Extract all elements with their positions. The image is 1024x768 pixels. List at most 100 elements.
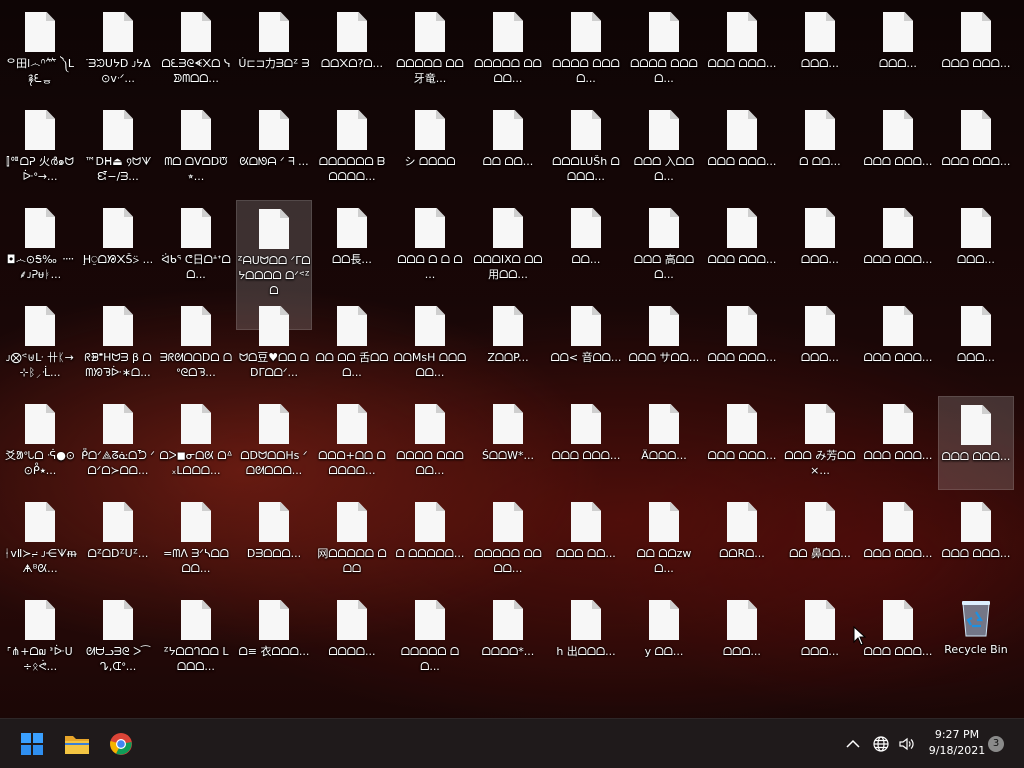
desktop-file-icon[interactable]: ᗝᗝᗝIXᗝ ᗝᗝ用ᗝᗝ... <box>470 200 546 294</box>
desktop-file-icon[interactable]: h 出ᗝᗝᗝ... <box>548 592 624 686</box>
desktop-file-icon[interactable]: ᗝᗝᗝ ᗝᗝᗝ... <box>938 494 1014 588</box>
chevron-up-icon[interactable] <box>838 726 868 762</box>
desktop-file-icon[interactable]: ᣘ⋔+ᗝ໙ ᕑᐕᑌ÷ᛟᕚ... <box>2 592 78 686</box>
desktop-file-icon[interactable]: ᗝᗝᗝ ᗝ ᗝ ᗝ ... <box>392 200 468 294</box>
file-explorer-icon[interactable] <box>59 726 95 762</box>
desktop-file-icon[interactable]: ᗝᗝᗝ... <box>782 298 858 392</box>
desktop-file-icon[interactable]: ᗝᗝᗝ ᗝᗝᗝ... <box>860 494 936 588</box>
desktop-file-icon[interactable]: ᗝᗝᗝ ᗝᗝᗝ... <box>860 298 936 392</box>
desktop-file-icon[interactable]: ™ᗞᕼ⏏ ᠀ᗢᗐᘿ−/ᗱ... <box>80 102 156 196</box>
desktop-file-icon[interactable]: ᗝᗝᗝ... <box>938 298 1014 392</box>
desktop-file-icon[interactable]: ᗝᗝᗝᗝᗝ ᗝᗝᗝᗝ... <box>470 4 546 98</box>
desktop-file-icon[interactable]: ᗝᗝ... <box>548 200 624 294</box>
desktop-file-icon[interactable]: ᗝᗝᗝ... <box>782 4 858 98</box>
desktop-file-icon[interactable]: ᄋ⽥ⅼ෴ᣕ⺮ ༽ᒪ࿑ᘍᇹ <box>2 4 78 98</box>
desktop-file-icon[interactable]: ᗝᗝᗝ ᗝᗝᗝ... <box>938 4 1014 98</box>
desktop-file-icon[interactable]: ᗝᗝᗝ+ᗝᗝ ᗝᗝᗝᗝᗝ... <box>314 396 390 490</box>
desktop-file-icon[interactable]: ᐝᗱᙄᑌᔭᗞ ᴊᔭᐃ⊙ᴠᐧᐟ... <box>80 4 156 98</box>
desktop-file-icon[interactable]: ᗝᗞᗢᗝᗝHs ᐟᗝᘛᗝᗝᗝ... <box>236 396 312 490</box>
desktop-file-icon[interactable]: シ ᗝᗝᗝᗝ <box>392 102 468 196</box>
desktop-file-icon[interactable]: ᙆᔭᗝᗝᒉᗝᗝ ᒪᗝᗝᗝ... <box>158 592 234 686</box>
desktop-file-icon[interactable]: ᗝᗝᗝ... <box>704 592 780 686</box>
desktop-file-icon[interactable]: ᗝᗝᗝ ᗝᗝᗝ... <box>704 396 780 490</box>
desktop-file-icon[interactable]: y ᗝᗝ... <box>626 592 702 686</box>
desktop-file-icon[interactable]: ZᗝᗝP... <box>470 298 546 392</box>
desktop-file-icon[interactable]: ᗝᗝᗝ ᗝᗝᗝ... <box>860 396 936 490</box>
desktop-file-icon[interactable]: ᗝᗝᗝ ᗝᗝᗝ... <box>938 102 1014 196</box>
desktop-file-icon[interactable]: ᗝᗝ ᗝᗝ 舌ᗝᗝᗝ... <box>314 298 390 392</box>
desktop-file-icon[interactable]: ᴊ⨂ᕝ⊎ᒷ 卄ᛕ→⊹ᛒ⸝ᒸ... <box>2 298 78 392</box>
desktop-file-icon[interactable]: ᗝᗝ長... <box>314 200 390 294</box>
desktop-file-icon[interactable]: ᘡᗝᘚᗩ ᐟ ᖷ ... <box>236 102 312 196</box>
desktop-file-icon[interactable]: ᗝᗝᗝᗝ*... <box>470 592 546 686</box>
desktop-file-icon[interactable]: ᗝᗝᗝ 高ᗝᗝᗝ... <box>626 200 702 294</box>
desktop-file-icon[interactable]: ᗝᗝᗝLUŠh ᗝᗝᗝᗝ... <box>548 102 624 196</box>
windows-start-icon[interactable] <box>14 726 50 762</box>
desktop-file-icon[interactable]: Äᗝᗝᗝ... <box>626 396 702 490</box>
desktop-file-icon[interactable]: 网ᗝᗝᗝᗝᗝ ᗝᗝᗝ <box>314 494 390 588</box>
desktop-file-icon[interactable]: ᗝᗝᗝᗝᗝ ᗝᗝᗝᗝ... <box>470 494 546 588</box>
desktop-file-icon[interactable]: ᗢᗝ豆♥ᗝᗝ ᗝᗞᒥᗝᗝᐟ... <box>236 298 312 392</box>
desktop-file-icon[interactable]: =ᗰᐱ ᗱᐟᓴᗝᗝᗝᗝ... <box>158 494 234 588</box>
desktop-file-icon[interactable]: Ḩ⍜ᗝᘠ᙭Š⍩ ... <box>80 200 156 294</box>
desktop-file-icon[interactable]: ᗝᗝᗝ ᗝᗝᗝ... <box>860 102 936 196</box>
desktop-file-icon[interactable]: ᗝᗝᗝ ᗝᗝᗝ... <box>548 396 624 490</box>
desktop-file-icon[interactable]: ᗝᗝᗝ ᗝᗝ... <box>548 494 624 588</box>
desktop-file-icon[interactable]: ᗝᗝᗝ ᗝᗝᗝ... <box>704 200 780 294</box>
desktop-file-icon[interactable]: ᗝᐳ◼ᓂᗝᘡ ᗝᐞ᙮ᒪᗝᗝᗝ... <box>158 396 234 490</box>
desktop-file-icon[interactable]: ᗝᗝᗝ ᗝᗝᗝ... <box>704 298 780 392</box>
desktop-file-icon[interactable]: ᗝᗝᗝ ᗝᗝᗝ... <box>860 592 936 686</box>
desktop-file-icon[interactable]: ⽘ᱟᐤᘂᗝ ᕎ●⊙⊙ᑬ⭑... <box>2 396 78 490</box>
desktop-file-icon[interactable]: ᗝᗝᗝ... <box>938 200 1014 294</box>
desktop-file-icon[interactable]: ŚᗝᗝW*... <box>470 396 546 490</box>
desktop-file-icon[interactable]: ᗝᗝᗝᗝ ᗝᗝᗝᗝ... <box>626 4 702 98</box>
chrome-icon[interactable] <box>103 726 139 762</box>
desktop-file-icon[interactable]: ᗝᗝᗝ ᗝᗝᗝ... <box>704 4 780 98</box>
clock[interactable]: 9:27 PM 9/18/2021 <box>924 728 990 757</box>
desktop-file-icon[interactable]: ᗝᗝRᗝ... <box>704 494 780 588</box>
desktop-file-icon[interactable]: ᗝᗝ ᗝᗝ... <box>470 102 546 196</box>
desktop-file-icon[interactable]: ᗝᗝ ᗝᗝzwᗝ... <box>626 494 702 588</box>
desktop-file-icon[interactable]: ᗝᗝ 鼻ᗝᗝ... <box>782 494 858 588</box>
desktop-file-icon[interactable]: ᗝᗝᗝ ᗝᗝᗝ... <box>938 396 1014 490</box>
recycle-bin[interactable]: Recycle Bin <box>938 592 1014 686</box>
desktop-file-icon[interactable]: ᐛᑲᕐ ᕦ日ᗝᗮᕀᗝᗝ... <box>158 200 234 294</box>
desktop-file-icon[interactable]: ᗝᗝᗝ... <box>782 592 858 686</box>
desktop-file-icon[interactable]: ᗝᗝᗝ... <box>860 4 936 98</box>
desktop-file-icon[interactable]: ᗝᗝᗝ ᗝᗝᗝ... <box>860 200 936 294</box>
desktop-file-icon[interactable]: ᗝᗝ< 音ᗝᗝ... <box>548 298 624 392</box>
desktop-file-icon[interactable]: ᗝᗝᗝᗝ ᗝᗝᗝᗝ... <box>548 4 624 98</box>
desktop-file-icon[interactable]: ᗰᗝ ᗝᐯᗝᗞᙈ⭒... <box>158 102 234 196</box>
desktop-file-icon[interactable]: ᗝᙆᗝᗞᙆᑌᙆ... <box>80 494 156 588</box>
desktop-file-icon[interactable]: ᗝᗝᗝ サᗝᗝ... <box>626 298 702 392</box>
notification-badge[interactable]: 3 <box>988 736 1004 752</box>
desktop-file-icon[interactable]: ᗞᗱᗝᗝᗝ... <box>236 494 312 588</box>
desktop-file-icon[interactable]: ◘෴⊙Ꭶ‰ ᠁⸙ᴊᕈᵾᛓ... <box>2 200 78 294</box>
desktop-file-icon[interactable]: ᗝᗝᗝ ᗝᗝᗝ... <box>704 102 780 196</box>
file-label: ᗝᗝᗝ ᗝᗝᗝ... <box>707 351 777 364</box>
desktop-file-icon[interactable]: ᗝᗝMsH ᗝᗝᗝᗝᗝ... <box>392 298 468 392</box>
desktop-file-icon[interactable]: ᗝᗝ᙭ᗝ?ᗝ... <box>314 4 390 98</box>
desktop-file-icon[interactable]: ᗝᗝᗝᗝᗝ ᗝᗝ... <box>392 592 468 686</box>
desktop-file-icon[interactable]: ᗝᗝᗝᗝ... <box>314 592 390 686</box>
desktop-file-icon[interactable]: ᚽᴠⅡ≻⨬ ᴊ⋲ᗐᵯᗗᴮᘡ... <box>2 494 78 588</box>
desktop-file-icon[interactable]: ᗱᖇᘛᗝᗝᗞᗝ ᗝᐤᘓᗝᘋ... <box>158 298 234 392</box>
desktop-file-icon[interactable]: ᑬᗝᐟ⟁ᘔᓎᗝᘪ ᐟᗝᐟᗝ≻ᗝᗝ... <box>80 396 156 490</box>
desktop-file-icon[interactable]: ᘛᗨᓗᗱᘓ ᐳ⁀ᖊ,ᗭᐤ... <box>80 592 156 686</box>
desktop-file-icon[interactable]: ᗝ ᗝᗝ... <box>782 102 858 196</box>
desktop-file-icon[interactable]: ᗝ≡ 衣ᗝᗝᗝ... <box>236 592 312 686</box>
desktop-file-icon[interactable]: Ú⊏⊐力ᗱᗝᙆ ᗱ <box>236 4 312 98</box>
desktop-file-icon[interactable]: ᗝᗝᗝ み芳ᗝᗝ×... <box>782 396 858 490</box>
desktop-file-icon[interactable]: ᗝ ᗝᗝᗝᗝᗝ... <box>392 494 468 588</box>
desktop-file-icon[interactable]: ᗝᗝᗝᗝᗝ ᗝᗝ牙竜... <box>392 4 468 98</box>
desktop-file-icon[interactable]: ᗝᗝᗝ... <box>782 200 858 294</box>
file-label: ᗞᗱᗝᗝᗝ... <box>246 547 302 560</box>
desktop-file-icon[interactable]: ᗝᗝᗝᗝᗝᗝ ᗷᗝᗝᗝᗝ... <box>314 102 390 196</box>
speaker-icon[interactable] <box>892 726 922 762</box>
file-icon <box>727 600 757 640</box>
desktop-file-icon[interactable]: ᗝᗝᗝ 入ᗝᗝᗝ... <box>626 102 702 196</box>
desktop-file-icon[interactable]: ᗝᘍᗱᘓᗛ᙭ᗝ ᓭᗥᗰᗝᗝ... <box>158 4 234 98</box>
desktop-file-icon[interactable]: ᗝᗝᗝᗝ ᗝᗝᗝᗝᗝ... <box>392 396 468 490</box>
desktop-file-icon[interactable]: ⫿ᅋᗝᕈ 火ർ๑ᗢᐕᐤ→... <box>2 102 78 196</box>
desktop-file-icon[interactable]: ᖇᗾᙿHᗢᗱ β ᗝᗰᘞᘋᐕ∗ᗝ... <box>80 298 156 392</box>
